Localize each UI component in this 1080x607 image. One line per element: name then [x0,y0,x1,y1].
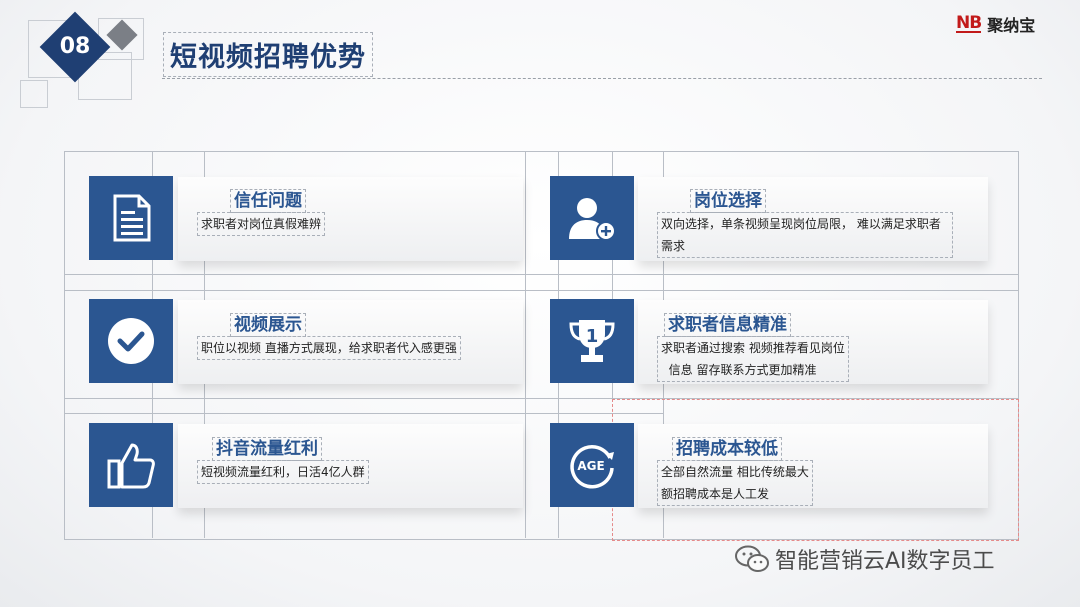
user-add-icon [569,198,616,241]
card-description: 职位以视频 直播方式展现，给求职者代入感更强 [197,336,461,360]
guide-line [64,290,1018,291]
card-icon-box [89,299,173,383]
watermark: 智能营销云AI数字员工 [735,543,995,575]
card-title: 视频展示 [230,313,306,337]
age-icon: AGE [570,445,614,489]
watermark-text: 智能营销云AI数字员工 [775,549,995,574]
page-title: 短视频招聘优势 [163,32,373,77]
card-title: 信任问题 [230,189,306,213]
decor-frame [20,80,48,108]
card-icon-box: AGE [550,423,634,507]
guide-line [64,274,1018,275]
card-title: 岗位选择 [690,189,766,213]
card-description: 求职者对岗位真假难辨 [197,212,326,236]
guide-line [525,151,526,538]
logo-mark: NB [956,13,982,33]
card-description: 求职者通过搜索 视频推荐看见岗位 信息 留存联系方式更加精准 [657,336,849,382]
card-icon-box [550,176,634,260]
divider [162,78,1042,79]
age-label: AGE [577,459,604,473]
guide-line [64,413,664,414]
trophy-icon: 1 [569,320,615,362]
thumbs-up-icon [107,443,155,489]
card-title: 求职者信息精准 [664,313,791,337]
card-description: 短视频流量红利，日活4亿人群 [197,460,369,484]
card-title: 抖音流量红利 [212,437,322,461]
logo-text: 聚纳宝 [987,16,1036,35]
brand-logo: NB 聚纳宝 [956,12,1035,36]
section-number: 08 [59,34,91,59]
card-description: 双向选择，单条视频呈现岗位局限， 难以满足求职者需求 [657,212,953,258]
card-icon-box [89,176,173,260]
card-title: 招聘成本较低 [672,437,782,461]
check-circle-icon [108,318,154,364]
card-icon-box: 1 [550,299,634,383]
wechat-icon [735,545,769,572]
document-icon [113,194,151,242]
trophy-number: 1 [586,326,599,347]
card-description: 全部自然流量 相比传统最大 额招聘成本是人工发 [657,460,813,506]
card-icon-box [89,423,173,507]
